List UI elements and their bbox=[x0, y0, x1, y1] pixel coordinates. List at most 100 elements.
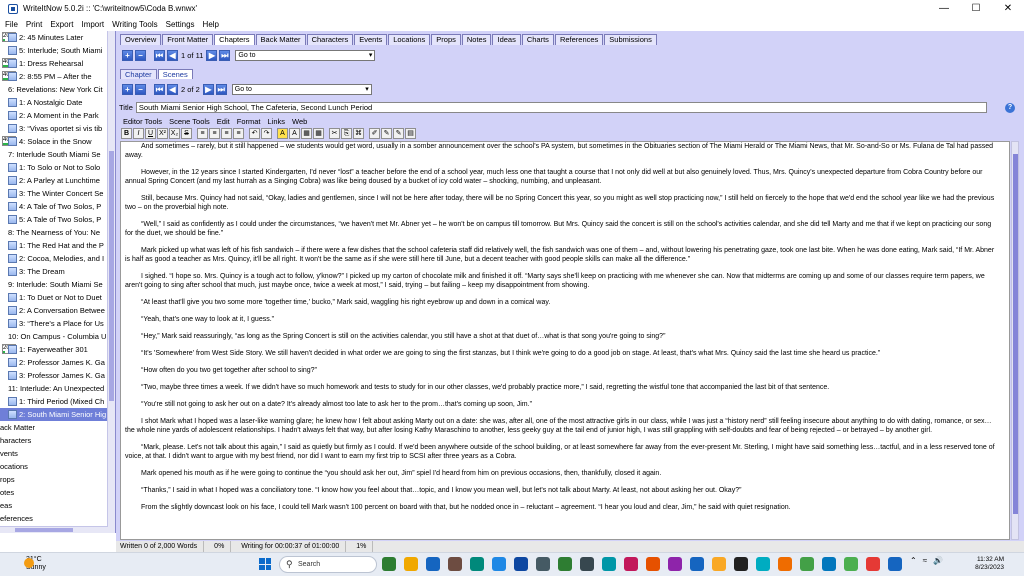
menu-file[interactable]: File bbox=[5, 20, 18, 29]
taskbar-app-icon[interactable] bbox=[646, 557, 660, 571]
tree-item[interactable]: 5: Interlude; South Miami bbox=[0, 44, 115, 57]
special-char-button[interactable]: ⌘ bbox=[353, 128, 364, 139]
notes-icon[interactable]: ▤ bbox=[405, 128, 416, 139]
undo-icon[interactable]: ↶ bbox=[249, 128, 260, 139]
menu-format[interactable]: Format bbox=[237, 117, 261, 126]
taskbar-app-icon[interactable] bbox=[778, 557, 792, 571]
last-scene-button[interactable]: ⏭ bbox=[215, 84, 227, 95]
highlight-button[interactable]: A bbox=[289, 128, 300, 139]
first-scene-button[interactable]: ⏮ bbox=[154, 84, 165, 95]
taskbar-app-icon[interactable] bbox=[404, 557, 418, 571]
tree-item[interactable]: 3: “There's a Place for Us bbox=[0, 317, 115, 330]
tree-item[interactable]: eferences bbox=[0, 512, 115, 525]
menu-edit[interactable]: Edit bbox=[217, 117, 230, 126]
align-left-button[interactable]: ≡ bbox=[197, 128, 208, 139]
taskbar-app-icon[interactable] bbox=[668, 557, 682, 571]
tree-item[interactable]: haracters bbox=[0, 434, 115, 447]
scene-title-input[interactable]: South Miami Senior High School, The Cafe… bbox=[135, 102, 987, 113]
weather-widget[interactable]: 31°C Sunny bbox=[12, 556, 46, 572]
tab-overview[interactable]: Overview bbox=[120, 34, 162, 45]
menu-web[interactable]: Web bbox=[292, 117, 307, 126]
next-chapter-button[interactable]: ▶ bbox=[206, 50, 218, 61]
tree-item[interactable]: vents bbox=[0, 447, 115, 460]
menu-import[interactable]: Import bbox=[81, 20, 104, 29]
editor-scrollbar[interactable] bbox=[1011, 141, 1019, 540]
help-icon[interactable]: ? bbox=[1005, 103, 1015, 113]
taskbar-app-icon[interactable] bbox=[558, 557, 572, 571]
tab-characters[interactable]: Characters bbox=[306, 34, 354, 45]
subscript-button[interactable]: X₂ bbox=[169, 128, 180, 139]
tab-references[interactable]: References bbox=[554, 34, 604, 45]
menu-links[interactable]: Links bbox=[268, 117, 286, 126]
tree-item[interactable]: 10: On Campus - Columbia U bbox=[0, 330, 115, 343]
tree-horizontal-scrollbar[interactable] bbox=[0, 526, 108, 533]
tree-item[interactable]: 2: A Conversation Betwee bbox=[0, 304, 115, 317]
tree-item[interactable]: 1: To Solo or Not to Solo bbox=[0, 161, 115, 174]
menu-settings[interactable]: Settings bbox=[166, 20, 195, 29]
taskbar-app-icon[interactable] bbox=[756, 557, 770, 571]
tree-item[interactable]: 11: Interlude: An Unexpected bbox=[0, 382, 115, 395]
chapter-goto-select[interactable]: Go to bbox=[235, 50, 376, 61]
taskbar-app-icon[interactable] bbox=[426, 557, 440, 571]
tab-notes[interactable]: Notes bbox=[461, 34, 492, 45]
taskbar-app-icon[interactable] bbox=[492, 557, 506, 571]
first-chapter-button[interactable]: ⏮ bbox=[154, 50, 165, 61]
speaker-icon[interactable]: 🔊 bbox=[933, 556, 943, 565]
taskbar-app-icon[interactable] bbox=[536, 557, 550, 571]
windows-start-icon[interactable] bbox=[259, 558, 271, 570]
italic-button[interactable]: I bbox=[133, 128, 144, 139]
tab-charts[interactable]: Charts bbox=[521, 34, 554, 45]
tab-locations[interactable]: Locations bbox=[388, 34, 431, 45]
taskbar-app-icon[interactable] bbox=[690, 557, 704, 571]
taskbar-app-icon[interactable] bbox=[448, 557, 462, 571]
tree-item[interactable]: 6: Revelations: New York Cit bbox=[0, 83, 115, 96]
tree-item[interactable]: 40%2: 8:55 PM – After the bbox=[0, 70, 115, 83]
insert-image-button[interactable]: ▦ bbox=[313, 128, 324, 139]
redo-icon[interactable]: ↷ bbox=[261, 128, 272, 139]
taskbar-app-icon[interactable] bbox=[580, 557, 594, 571]
tree-item[interactable]: 3: The Dream bbox=[0, 265, 115, 278]
tree-item[interactable]: 1: The Red Hat and the P bbox=[0, 239, 115, 252]
last-chapter-button[interactable]: ⏭ bbox=[219, 50, 231, 61]
align-right-button[interactable]: ≡ bbox=[221, 128, 232, 139]
align-center-button[interactable]: ≡ bbox=[209, 128, 220, 139]
bold-button[interactable]: B bbox=[121, 128, 132, 139]
taskbar-app-icon[interactable] bbox=[844, 557, 858, 571]
menu-print[interactable]: Print bbox=[26, 20, 42, 29]
tree-item[interactable]: 3: Professor James K. Ga bbox=[0, 369, 115, 382]
taskbar-app-icon[interactable] bbox=[800, 557, 814, 571]
minimize-button[interactable]: — bbox=[928, 0, 960, 17]
taskbar-app-icon[interactable] bbox=[866, 557, 880, 571]
spellcheck-icon[interactable]: ✎ bbox=[393, 128, 404, 139]
tree-item[interactable]: 2: Cocoa, Melodies, and I bbox=[0, 252, 115, 265]
tab-submissions[interactable]: Submissions bbox=[604, 34, 657, 45]
underline-button[interactable]: U bbox=[145, 128, 156, 139]
wifi-icon[interactable]: ≈ bbox=[923, 556, 927, 565]
add-scene-button[interactable]: + bbox=[122, 84, 133, 95]
tree-item[interactable]: 4: A Tale of Two Solos, P bbox=[0, 200, 115, 213]
tab-events[interactable]: Events bbox=[354, 34, 388, 45]
menu-editor-tools[interactable]: Editor Tools bbox=[123, 117, 162, 126]
tree-item[interactable]: 2: Professor James K. Ga bbox=[0, 356, 115, 369]
taskbar-clock[interactable]: 11:32 AM 8/23/2023 bbox=[964, 556, 1004, 572]
scene-text-editor[interactable]: And sometimes – rarely, but it still hap… bbox=[120, 141, 1010, 540]
tab-props[interactable]: Props bbox=[431, 34, 461, 45]
tab-front-matter[interactable]: Front Matter bbox=[162, 34, 214, 45]
taskbar-app-icon[interactable] bbox=[712, 557, 726, 571]
remove-scene-button[interactable]: − bbox=[135, 84, 146, 95]
taskbar-app-icon[interactable] bbox=[822, 557, 836, 571]
menu-writing-tools[interactable]: Writing Tools bbox=[112, 20, 158, 29]
tree-item[interactable]: 1: To Duet or Not to Duet bbox=[0, 291, 115, 304]
menu-help[interactable]: Help bbox=[203, 20, 219, 29]
menu-scene-tools[interactable]: Scene Tools bbox=[169, 117, 210, 126]
tree-item[interactable]: 1: A Nostalgic Date bbox=[0, 96, 115, 109]
edit-icon[interactable]: ✎ bbox=[381, 128, 392, 139]
taskbar-app-icon[interactable] bbox=[602, 557, 616, 571]
tree-item[interactable]: 1: Third Period (Mixed Ch bbox=[0, 395, 115, 408]
tab-chapters[interactable]: Chapters bbox=[214, 34, 255, 45]
tree-item[interactable]: 2: A Parley at Lunchtime bbox=[0, 174, 115, 187]
justify-button[interactable]: ≡ bbox=[233, 128, 244, 139]
remove-chapter-button[interactable]: − bbox=[135, 50, 146, 61]
strikethrough-button[interactable]: S bbox=[181, 128, 192, 139]
tab-ideas[interactable]: Ideas bbox=[492, 34, 521, 45]
